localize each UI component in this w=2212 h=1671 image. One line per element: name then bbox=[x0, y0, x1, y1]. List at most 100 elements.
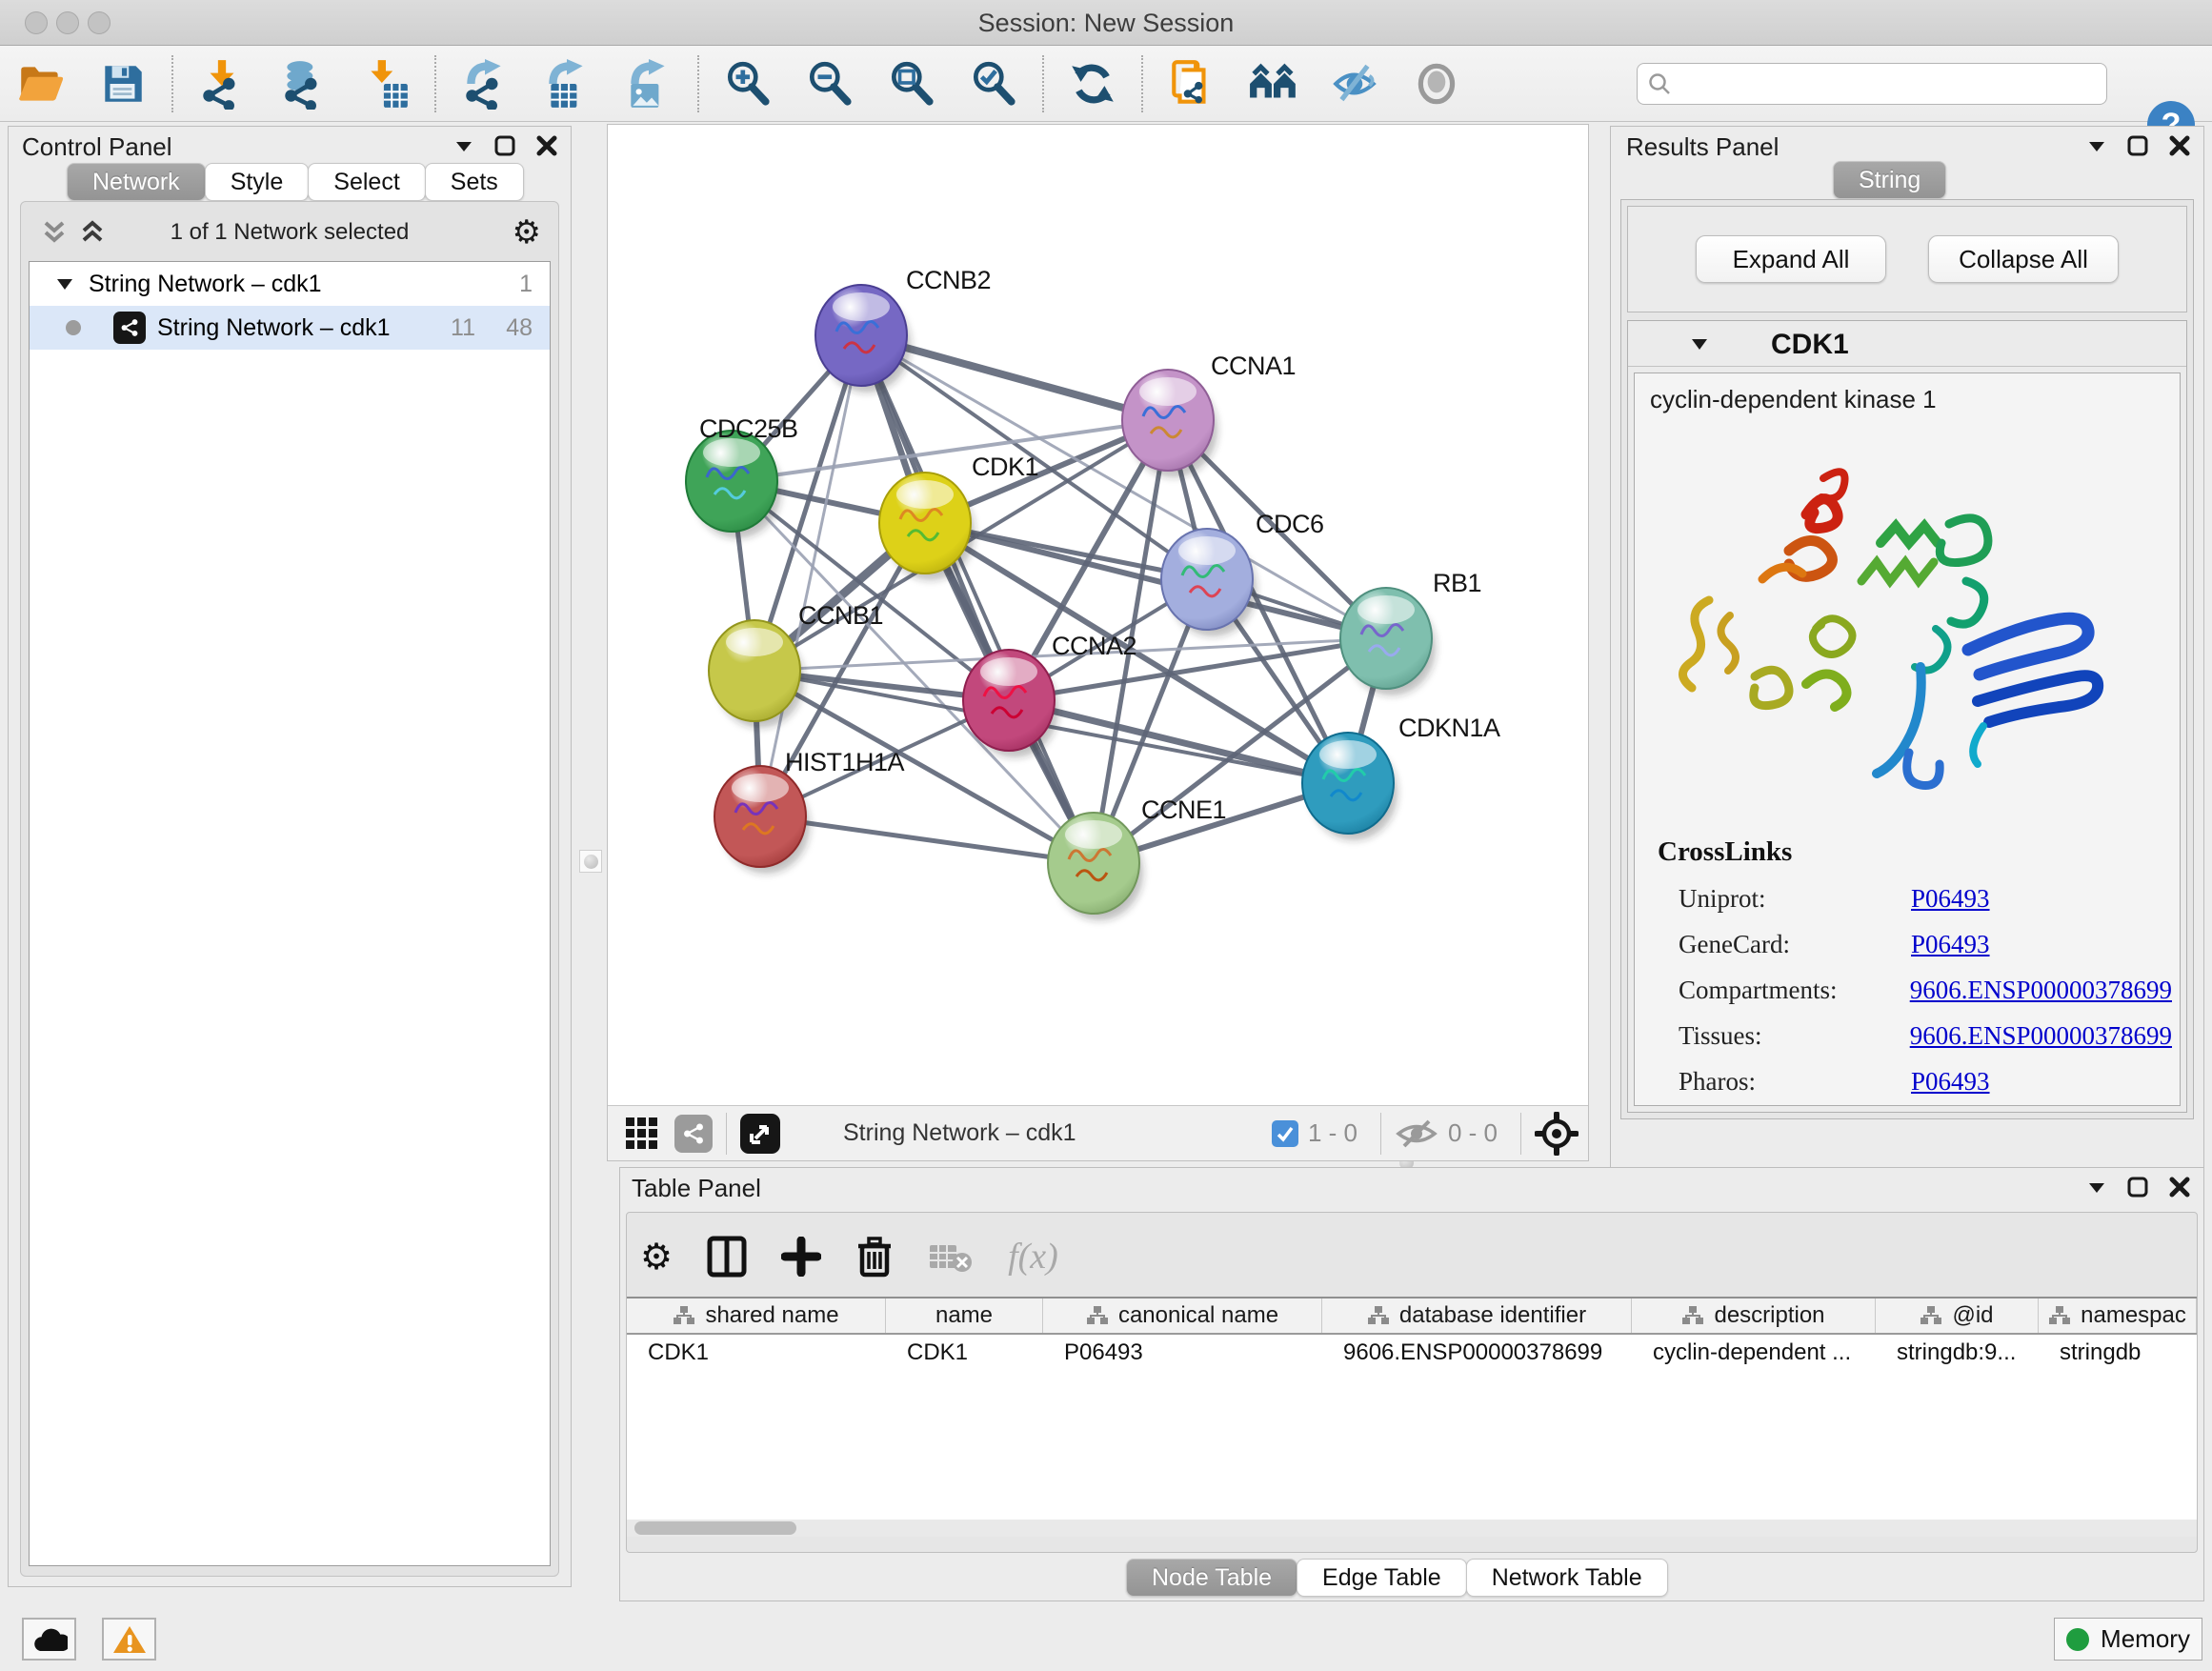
panel-float-icon[interactable] bbox=[494, 135, 515, 156]
protein-structure-image bbox=[1663, 429, 2149, 829]
edge-CCNB2-CCNE1[interactable] bbox=[861, 335, 1094, 863]
zoom-selected-icon[interactable] bbox=[962, 52, 1025, 115]
panel-float-icon[interactable] bbox=[2127, 1177, 2148, 1198]
tab-network[interactable]: Network bbox=[67, 163, 206, 201]
edge-CCNB2-HIST1H1A[interactable] bbox=[760, 335, 861, 816]
panel-menu-icon[interactable] bbox=[454, 139, 473, 152]
thumbnail-grid-icon[interactable] bbox=[623, 1115, 661, 1153]
tab-select[interactable]: Select bbox=[308, 163, 425, 201]
section-collapse-icon[interactable] bbox=[1691, 337, 1708, 351]
create-column-icon[interactable] bbox=[781, 1237, 821, 1277]
network-row[interactable]: String Network – cdk1 11 48 bbox=[30, 306, 550, 350]
panel-close-icon[interactable] bbox=[2169, 135, 2190, 156]
column-header-database-identifier[interactable]: database identifier bbox=[1322, 1299, 1632, 1333]
column-header-name[interactable]: name bbox=[886, 1299, 1043, 1333]
panel-menu-icon[interactable] bbox=[2087, 139, 2106, 152]
birds-eye-view-icon[interactable] bbox=[1535, 1112, 1579, 1156]
expand-all-button[interactable]: Expand All bbox=[1696, 235, 1886, 283]
clone-network-icon[interactable] bbox=[1160, 52, 1223, 115]
node-label-CDKN1A: CDKN1A bbox=[1398, 714, 1500, 742]
window-title: Session: New Session bbox=[0, 9, 2212, 38]
save-session-icon[interactable] bbox=[91, 52, 154, 115]
cloud-status-button[interactable] bbox=[22, 1618, 76, 1661]
node-CCNB2[interactable]: CCNB2 bbox=[815, 266, 991, 393]
table-cell[interactable]: CDK1 bbox=[886, 1335, 1043, 1373]
node-CCNE1[interactable]: CCNE1 bbox=[1048, 795, 1226, 920]
detach-view-icon[interactable] bbox=[740, 1114, 780, 1154]
toolbar-separator bbox=[171, 55, 173, 112]
column-header-namespac[interactable]: namespac bbox=[2039, 1299, 2197, 1333]
panel-close-icon[interactable] bbox=[2169, 1177, 2190, 1198]
table-horizontal-scrollbar[interactable] bbox=[627, 1520, 2197, 1537]
tab-style[interactable]: Style bbox=[205, 163, 310, 201]
column-header-canonical-name[interactable]: canonical name bbox=[1043, 1299, 1322, 1333]
first-neighbors-icon[interactable] bbox=[1242, 52, 1305, 115]
show-graphics-details-icon[interactable] bbox=[1406, 52, 1469, 115]
crosslink-row: Tissues:9606.ENSP00000378699 bbox=[1658, 1021, 2172, 1051]
crosslink-link[interactable]: 9606.ENSP00000378699 bbox=[1910, 976, 2172, 1005]
crosslink-link[interactable]: P06493 bbox=[1911, 884, 1990, 914]
zoom-out-icon[interactable] bbox=[798, 52, 861, 115]
column-header-@id[interactable]: @id bbox=[1876, 1299, 2039, 1333]
node-HIST1H1A[interactable]: HIST1H1A bbox=[714, 748, 905, 874]
table-cell[interactable]: stringdb bbox=[2039, 1335, 2197, 1373]
cloud-icon bbox=[31, 1626, 68, 1653]
network-graph[interactable]: CCNB2CCNA1CDC25BCDK1CDC6RB1CCNB1CCNA2CDK… bbox=[608, 125, 1588, 1105]
tab-network-table[interactable]: Network Table bbox=[1466, 1559, 1668, 1597]
crosslink-link[interactable]: P06493 bbox=[1911, 930, 1990, 959]
column-header-shared-name[interactable]: shared name bbox=[627, 1299, 886, 1333]
node-CDKN1A[interactable]: CDKN1A bbox=[1302, 714, 1500, 840]
tree-expand-icon[interactable] bbox=[56, 277, 73, 291]
import-network-file-icon[interactable] bbox=[191, 52, 253, 115]
tab-edge-table[interactable]: Edge Table bbox=[1297, 1559, 1467, 1597]
panel-float-icon[interactable] bbox=[2127, 135, 2148, 156]
scrollbar-thumb[interactable] bbox=[634, 1521, 796, 1535]
edge-CDK1-RB1[interactable] bbox=[925, 523, 1386, 638]
zoom-in-icon[interactable] bbox=[716, 52, 779, 115]
node-table[interactable]: shared namenamecanonical namedatabase id… bbox=[627, 1297, 2197, 1520]
network-collection-row[interactable]: String Network – cdk1 1 bbox=[30, 262, 550, 306]
panel-menu-icon[interactable] bbox=[2087, 1180, 2106, 1194]
refresh-layout-icon[interactable] bbox=[1061, 52, 1124, 115]
table-cell[interactable]: P06493 bbox=[1043, 1335, 1322, 1373]
show-columns-icon[interactable] bbox=[707, 1236, 747, 1278]
crosslink-link[interactable]: 9606.ENSP00000378699 bbox=[1910, 1021, 2172, 1051]
table-cell[interactable]: 9606.ENSP00000378699 bbox=[1322, 1335, 1632, 1373]
collapse-all-button[interactable]: Collapse All bbox=[1928, 235, 2119, 283]
tab-string[interactable]: String bbox=[1833, 161, 1946, 199]
gene-name: CDK1 bbox=[1771, 329, 1849, 361]
table-cell[interactable]: stringdb:9... bbox=[1876, 1335, 2039, 1373]
network-selected-summary: 1 of 1 Network selected bbox=[21, 219, 558, 246]
export-table-icon[interactable] bbox=[535, 52, 598, 115]
column-header-description[interactable]: description bbox=[1632, 1299, 1876, 1333]
import-network-database-icon[interactable] bbox=[272, 52, 335, 115]
delete-column-icon[interactable] bbox=[855, 1235, 894, 1278]
hide-selected-icon[interactable] bbox=[1324, 52, 1387, 115]
table-options-gear-icon[interactable]: ⚙ bbox=[640, 1236, 673, 1278]
crosslink-row: Uniprot:P06493 bbox=[1658, 884, 2172, 914]
panel-close-icon[interactable] bbox=[536, 135, 557, 156]
warning-status-button[interactable] bbox=[102, 1618, 156, 1661]
left-splitter-handle[interactable] bbox=[579, 850, 602, 873]
tab-sets[interactable]: Sets bbox=[425, 163, 524, 201]
table-cell[interactable]: cyclin-dependent ... bbox=[1632, 1335, 1876, 1373]
node-label-CDC6: CDC6 bbox=[1256, 510, 1324, 538]
tab-node-table[interactable]: Node Table bbox=[1126, 1559, 1297, 1597]
open-file-icon[interactable] bbox=[10, 52, 72, 115]
export-network-icon[interactable] bbox=[453, 52, 516, 115]
memory-button[interactable]: Memory bbox=[2054, 1618, 2202, 1661]
network-options-gear-icon[interactable]: ⚙ bbox=[513, 213, 541, 252]
node-CDK1[interactable]: CDK1 bbox=[879, 453, 1038, 580]
export-image-icon[interactable] bbox=[617, 52, 680, 115]
selected-nodes-checkbox[interactable] bbox=[1272, 1120, 1298, 1147]
gene-section-header[interactable]: CDK1 bbox=[1628, 321, 2186, 367]
crosslink-label: Pharos: bbox=[1658, 1067, 1911, 1097]
crosslink-link[interactable]: P06493 bbox=[1911, 1067, 1990, 1097]
network-share-view-icon[interactable] bbox=[674, 1115, 713, 1153]
search-input[interactable] bbox=[1672, 66, 2106, 102]
import-table-icon[interactable] bbox=[354, 52, 417, 115]
zoom-fit-icon[interactable] bbox=[880, 52, 943, 115]
table-cell[interactable]: CDK1 bbox=[627, 1335, 886, 1373]
node-RB1[interactable]: RB1 bbox=[1340, 569, 1481, 695]
edge-HIST1H1A-CCNE1[interactable] bbox=[760, 816, 1094, 863]
